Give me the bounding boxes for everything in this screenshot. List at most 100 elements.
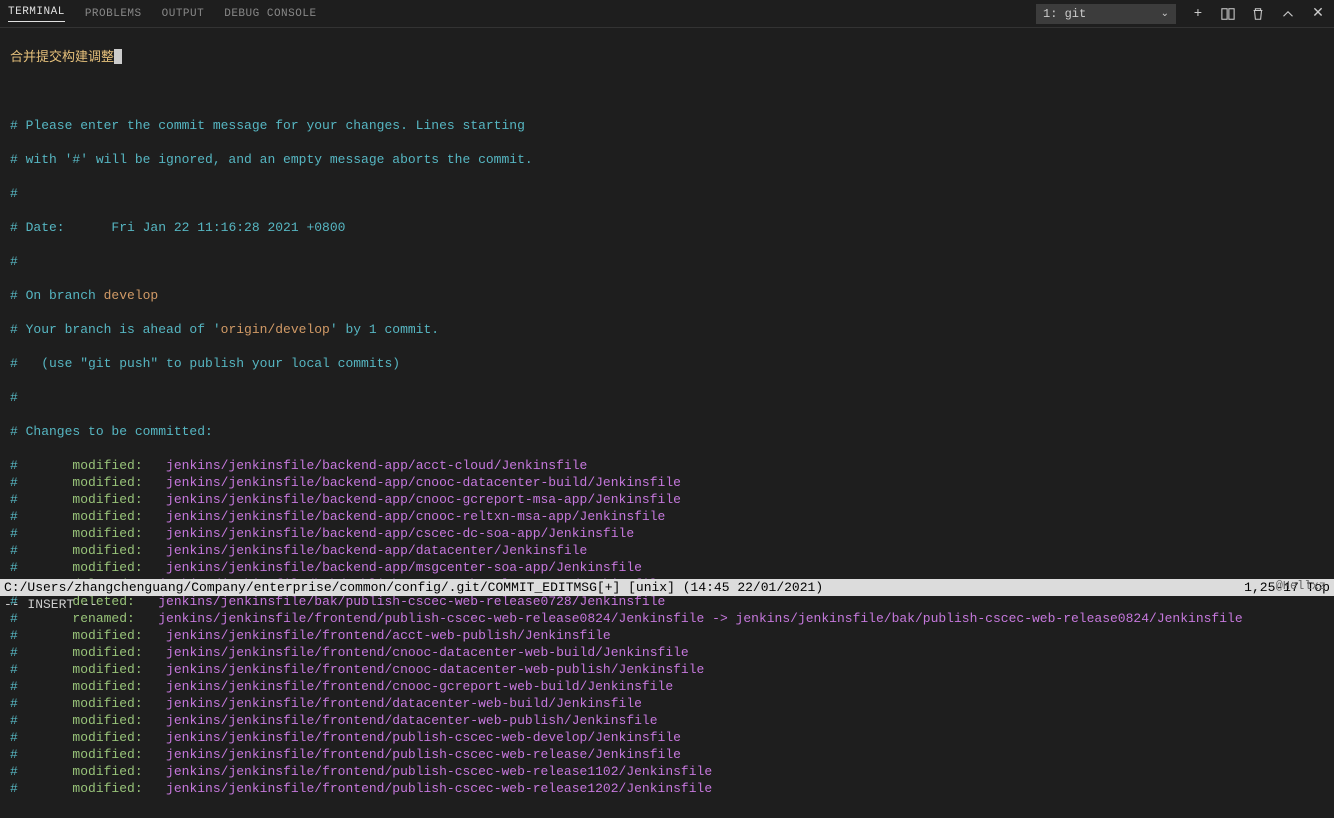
comment-hash: # bbox=[10, 678, 72, 695]
file-status: modified: bbox=[72, 695, 166, 712]
commit-message: 合并提交构建调整 bbox=[10, 49, 114, 66]
vim-status-bar: C:/Users/zhangchenguang/Company/enterpri… bbox=[0, 579, 1334, 596]
chevron-up-icon[interactable] bbox=[1280, 6, 1296, 22]
terminal-selector[interactable]: 1: git ⌄ bbox=[1036, 4, 1176, 24]
file-entry: # modified: jenkins/jenkinsfile/backend-… bbox=[10, 542, 1324, 559]
plus-icon[interactable]: + bbox=[1190, 6, 1206, 22]
file-path: jenkins/jenkinsfile/frontend/publish-csc… bbox=[166, 729, 681, 746]
push-hint: # (use "git push" to publish your local … bbox=[10, 355, 400, 372]
file-status: modified: bbox=[72, 491, 166, 508]
comment-hash: # bbox=[10, 661, 72, 678]
file-status: modified: bbox=[72, 457, 166, 474]
file-status: modified: bbox=[72, 525, 166, 542]
panel-tabs: TERMINAL PROBLEMS OUTPUT DEBUG CONSOLE bbox=[8, 6, 317, 22]
file-entry: # modified: jenkins/jenkinsfile/frontend… bbox=[10, 695, 1324, 712]
remote-name: origin/develop bbox=[221, 321, 330, 338]
file-status: modified: bbox=[72, 746, 166, 763]
file-status: modified: bbox=[72, 542, 166, 559]
comment-hash: # bbox=[10, 559, 72, 576]
comment-hash: # bbox=[10, 542, 72, 559]
tab-terminal[interactable]: TERMINAL bbox=[8, 6, 65, 22]
file-entry: # modified: jenkins/jenkinsfile/frontend… bbox=[10, 644, 1324, 661]
vim-mode-line: -- INSERT -- bbox=[0, 596, 1334, 613]
on-branch-label: # On branch bbox=[10, 287, 104, 304]
file-path: jenkins/jenkinsfile/backend-app/cnooc-da… bbox=[166, 474, 681, 491]
file-path: jenkins/jenkinsfile/backend-app/msgcente… bbox=[166, 559, 642, 576]
blank-line bbox=[10, 83, 1324, 100]
comment-hash: # bbox=[10, 729, 72, 746]
file-status: modified: bbox=[72, 712, 166, 729]
comment-hash: # bbox=[10, 508, 72, 525]
terminal-selector-label: 1: git bbox=[1043, 7, 1086, 21]
branch-name: develop bbox=[104, 287, 159, 304]
file-status: modified: bbox=[72, 763, 166, 780]
file-path: jenkins/jenkinsfile/backend-app/acct-clo… bbox=[166, 457, 587, 474]
watermark: @Hellxz bbox=[1276, 579, 1326, 593]
split-icon[interactable] bbox=[1220, 6, 1236, 22]
file-path: jenkins/jenkinsfile/frontend/acct-web-pu… bbox=[166, 627, 611, 644]
comment-hash: # bbox=[10, 389, 18, 406]
close-icon[interactable]: ✕ bbox=[1310, 6, 1326, 22]
vim-mode: -- INSERT -- bbox=[4, 597, 98, 612]
file-status: modified: bbox=[72, 780, 166, 797]
file-status: modified: bbox=[72, 729, 166, 746]
file-path: jenkins/jenkinsfile/backend-app/cnooc-re… bbox=[166, 508, 665, 525]
file-entry: # modified: jenkins/jenkinsfile/backend-… bbox=[10, 457, 1324, 474]
comment-hash: # bbox=[10, 695, 72, 712]
tab-output[interactable]: OUTPUT bbox=[162, 8, 205, 20]
comment-hash: # bbox=[10, 763, 72, 780]
file-entry: # modified: jenkins/jenkinsfile/frontend… bbox=[10, 746, 1324, 763]
file-path: jenkins/jenkinsfile/frontend/publish-csc… bbox=[166, 780, 712, 797]
file-entry: # modified: jenkins/jenkinsfile/frontend… bbox=[10, 678, 1324, 695]
file-path: jenkins/jenkinsfile/frontend/cnooc-gcrep… bbox=[166, 678, 673, 695]
file-status: modified: bbox=[72, 661, 166, 678]
comment-hash: # bbox=[10, 644, 72, 661]
date-label: # Date: bbox=[10, 219, 111, 236]
terminal-tab-bar: TERMINAL PROBLEMS OUTPUT DEBUG CONSOLE 1… bbox=[0, 0, 1334, 28]
comment-hash: # bbox=[10, 491, 72, 508]
file-path: jenkins/jenkinsfile/frontend/cnooc-datac… bbox=[166, 644, 689, 661]
comment-line: # Please enter the commit message for yo… bbox=[10, 117, 525, 134]
comment-hash: # bbox=[10, 457, 72, 474]
file-path: jenkins/jenkinsfile/frontend/cnooc-datac… bbox=[166, 661, 704, 678]
file-path: jenkins/jenkinsfile/frontend/publish-csc… bbox=[166, 746, 681, 763]
file-entry: # modified: jenkins/jenkinsfile/backend-… bbox=[10, 525, 1324, 542]
status-file-info: C:/Users/zhangchenguang/Company/enterpri… bbox=[4, 579, 823, 596]
cursor-icon bbox=[114, 49, 122, 64]
file-entry: # modified: jenkins/jenkinsfile/frontend… bbox=[10, 627, 1324, 644]
file-path: jenkins/jenkinsfile/frontend/publish-csc… bbox=[166, 763, 712, 780]
ahead-prefix: # Your branch is ahead of ' bbox=[10, 321, 221, 338]
chevron-down-icon: ⌄ bbox=[1161, 8, 1169, 20]
file-path: jenkins/jenkinsfile/frontend/datacenter-… bbox=[166, 712, 657, 729]
comment-hash: # bbox=[10, 525, 72, 542]
tab-debug-console[interactable]: DEBUG CONSOLE bbox=[224, 8, 316, 20]
file-entry: # modified: jenkins/jenkinsfile/frontend… bbox=[10, 780, 1324, 797]
file-entry: # modified: jenkins/jenkinsfile/frontend… bbox=[10, 763, 1324, 780]
file-entry: # modified: jenkins/jenkinsfile/backend-… bbox=[10, 508, 1324, 525]
file-status: modified: bbox=[72, 627, 166, 644]
file-entry: # modified: jenkins/jenkinsfile/backend-… bbox=[10, 559, 1324, 576]
ahead-suffix: ' by 1 commit. bbox=[330, 321, 439, 338]
comment-hash: # bbox=[10, 712, 72, 729]
changes-label: # Changes to be committed: bbox=[10, 423, 213, 440]
file-path: jenkins/jenkinsfile/backend-app/datacent… bbox=[166, 542, 587, 559]
comment-hash: # bbox=[10, 253, 18, 270]
file-entry: # modified: jenkins/jenkinsfile/frontend… bbox=[10, 661, 1324, 678]
comment-hash: # bbox=[10, 627, 72, 644]
tab-problems[interactable]: PROBLEMS bbox=[85, 8, 142, 20]
trash-icon[interactable] bbox=[1250, 6, 1266, 22]
file-entry: # modified: jenkins/jenkinsfile/frontend… bbox=[10, 729, 1324, 746]
file-status: modified: bbox=[72, 644, 166, 661]
file-status: modified: bbox=[72, 559, 166, 576]
file-path: jenkins/jenkinsfile/backend-app/cscec-dc… bbox=[166, 525, 634, 542]
date-value: Fri Jan 22 11:16:28 2021 +0800 bbox=[111, 219, 345, 236]
comment-hash: # bbox=[10, 746, 72, 763]
comment-hash: # bbox=[10, 185, 18, 202]
file-path: jenkins/jenkinsfile/frontend/datacenter-… bbox=[166, 695, 642, 712]
file-path: jenkins/jenkinsfile/backend-app/cnooc-gc… bbox=[166, 491, 681, 508]
comment-line: # with '#' will be ignored, and an empty… bbox=[10, 151, 533, 168]
terminal-content[interactable]: 合并提交构建调整 # Please enter the commit messa… bbox=[0, 28, 1334, 818]
file-status: modified: bbox=[72, 508, 166, 525]
file-entry: # modified: jenkins/jenkinsfile/backend-… bbox=[10, 491, 1324, 508]
file-status: modified: bbox=[72, 678, 166, 695]
